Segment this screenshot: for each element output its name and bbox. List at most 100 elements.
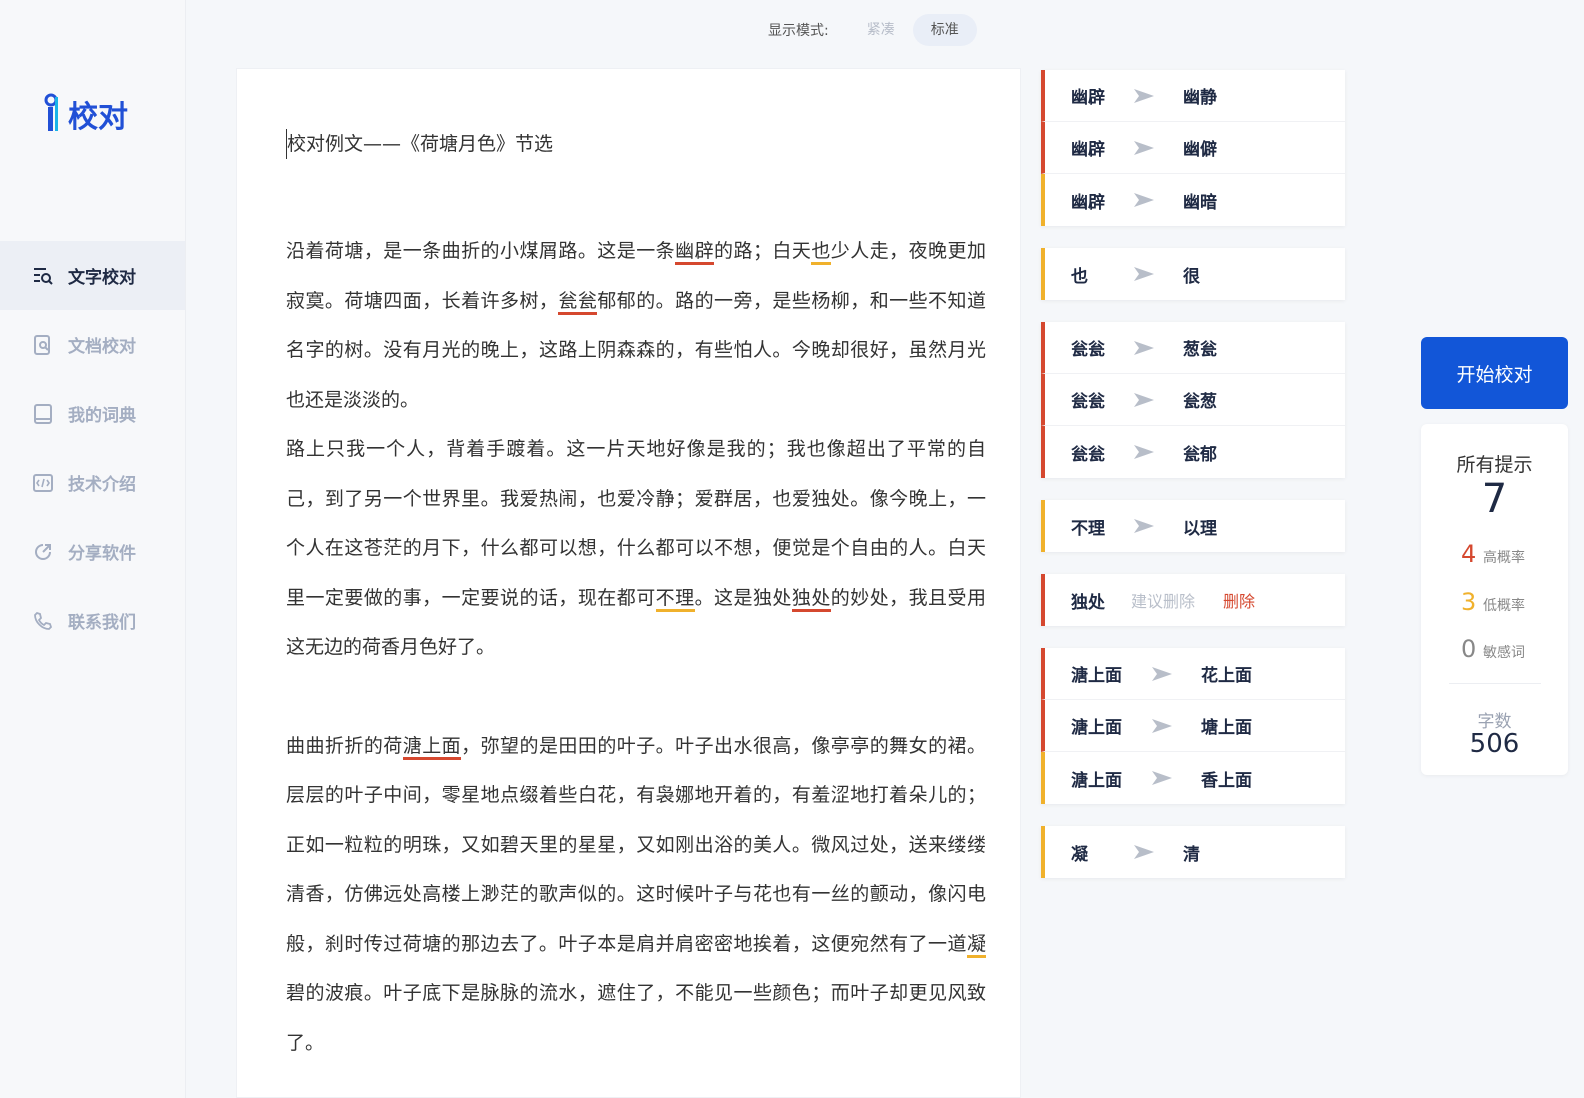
- document-content: 校对例文——《荷塘月色》节选 沿着荷塘，是一条曲折的小煤屑路。这是一条幽辟的路；…: [286, 129, 986, 1068]
- error-highlight[interactable]: 不理: [655, 586, 695, 612]
- original-word: 凝: [1071, 844, 1088, 865]
- original-word: 溏上面: [1071, 770, 1122, 791]
- suggestion-row[interactable]: 不理 以理: [1041, 500, 1345, 552]
- word-count: 506: [1469, 729, 1520, 759]
- suggested-word[interactable]: 瓮葱: [1183, 387, 1217, 412]
- suggestion-list: 幽辟 幽静 幽辟 幽僻 幽辟 幽暗也很瓮瓮 葱瓮 瓮瓮 瓮葱 瓮瓮 瓮郁 不理 以理 独处 建议删除 删除 溏上…: [1041, 70, 1345, 900]
- nav-item-text-check[interactable]: 文字校对: [0, 241, 185, 310]
- suggested-word[interactable]: 幽僻: [1183, 135, 1217, 160]
- stat-low-count: 3: [1461, 588, 1477, 616]
- nav-item-contact[interactable]: 联系我们: [0, 586, 185, 655]
- suggested-word[interactable]: 葱瓮: [1183, 335, 1217, 360]
- text-check-icon: [32, 265, 54, 287]
- suggestion-row[interactable]: 也很: [1041, 248, 1345, 300]
- error-highlight[interactable]: 溏上面: [402, 734, 462, 760]
- delete-button[interactable]: 删除: [1223, 588, 1255, 612]
- suggestion-hint: 建议删除: [1131, 592, 1196, 611]
- share-icon: [32, 541, 54, 563]
- logo-text: 校对: [68, 100, 128, 135]
- paragraph: 路上只我一个人，背着手踱着。这一片天地好像是我的；我也像超出了平常的自己，到了另…: [286, 425, 986, 673]
- original-word: 瓮瓮: [1071, 392, 1105, 412]
- arrow-right-icon: [1133, 518, 1183, 534]
- error-highlight[interactable]: 瓮瓮: [558, 289, 598, 315]
- original-word: 幽辟: [1071, 192, 1105, 213]
- text-run: 碧的波痕。叶子底下是脉脉的流水，遮住了，不能见一些颜色；而叶子却更见风致了。: [286, 982, 986, 1054]
- logo[interactable]: 校对: [42, 92, 128, 136]
- suggested-word[interactable]: 花上面: [1201, 661, 1252, 686]
- suggested-word[interactable]: 幽静: [1183, 83, 1217, 108]
- display-mode-label: 显示模式:: [768, 23, 829, 39]
- error-highlight[interactable]: 独处: [791, 586, 831, 612]
- mode-compact-button[interactable]: 紧凑: [849, 14, 913, 46]
- suggestion-row[interactable]: 幽辟 幽僻: [1041, 122, 1345, 174]
- dictionary-icon: [32, 403, 54, 425]
- suggestion-row[interactable]: 溏上面 花上面: [1041, 648, 1345, 700]
- start-proofread-button[interactable]: 开始校对: [1421, 337, 1568, 409]
- text-run: 。这是独处: [694, 586, 792, 609]
- nav-item-dictionary[interactable]: 我的词典: [0, 379, 185, 448]
- suggested-word[interactable]: 清: [1183, 840, 1200, 865]
- nav-item-share[interactable]: 分享软件: [0, 517, 185, 586]
- stat-low-label: 低概率: [1483, 598, 1525, 614]
- arrow-right-icon: [1133, 140, 1183, 156]
- text-run: 沿着荷塘，是一条曲折的小煤屑路。这是一条: [286, 240, 676, 262]
- suggested-word[interactable]: 香上面: [1201, 766, 1252, 791]
- stat-sensitive: 0 敏感词: [1461, 635, 1525, 663]
- original-word: 幽辟: [1071, 88, 1105, 108]
- suggested-word[interactable]: 很: [1183, 262, 1200, 287]
- error-highlight[interactable]: 凝: [966, 932, 986, 958]
- text-editor[interactable]: 校对例文——《荷塘月色》节选 沿着荷塘，是一条曲折的小煤屑路。这是一条幽辟的路；…: [236, 68, 1021, 1098]
- suggestion-row[interactable]: 溏上面 塘上面: [1041, 700, 1345, 752]
- nav-label: 分享软件: [68, 544, 136, 564]
- stats-divider: [1449, 683, 1541, 684]
- suggested-word[interactable]: 以理: [1183, 514, 1217, 539]
- paragraph: 曲曲折折的荷溏上面，弥望的是田田的叶子。叶子出水很高，像亭亭的舞女的裙。层层的叶…: [286, 722, 986, 1069]
- stat-low: 3 低概率: [1461, 588, 1525, 616]
- nav-label: 文档校对: [68, 337, 136, 357]
- original-word: 瓮瓮: [1071, 340, 1105, 360]
- sidebar-nav: 文字校对 文档校对 我的词典 技术介绍 分享软件 联系我们: [0, 241, 185, 655]
- suggestion-group: 瓮瓮 葱瓮 瓮瓮 瓮葱 瓮瓮 瓮郁: [1041, 322, 1345, 478]
- display-mode-bar: 显示模式: 紧凑 标准: [768, 14, 977, 46]
- suggestion-row[interactable]: 瓮瓮 瓮郁: [1041, 426, 1345, 478]
- nav-label: 文字校对: [68, 268, 136, 288]
- arrow-right-icon: [1151, 770, 1201, 786]
- suggestion-row[interactable]: 溏上面 香上面: [1041, 752, 1345, 804]
- nav-label: 联系我们: [68, 613, 136, 633]
- nav-item-tech[interactable]: 技术介绍: [0, 448, 185, 517]
- stats-title: 所有提示: [1456, 454, 1533, 476]
- suggested-word[interactable]: 塘上面: [1201, 713, 1252, 738]
- stats-total: 7: [1481, 476, 1508, 522]
- arrow-right-icon: [1133, 444, 1183, 460]
- suggestion-row[interactable]: 幽辟 幽静: [1041, 70, 1345, 122]
- stats-panel: 所有提示 7 4 高概率 3 低概率 0 敏感词 字数 506: [1421, 424, 1568, 775]
- stat-sensitive-label: 敏感词: [1483, 645, 1525, 661]
- arrow-right-icon: [1133, 340, 1183, 356]
- suggestion-group: 幽辟 幽静 幽辟 幽僻 幽辟 幽暗: [1041, 70, 1345, 226]
- original-word: 独处: [1071, 592, 1105, 613]
- nav-label: 我的词典: [68, 406, 136, 426]
- nav-item-document-check[interactable]: 文档校对: [0, 310, 185, 379]
- suggestion-row[interactable]: 凝清: [1041, 826, 1345, 878]
- suggested-word[interactable]: 瓮郁: [1183, 440, 1217, 465]
- suggested-word[interactable]: 幽暗: [1183, 188, 1217, 213]
- error-highlight[interactable]: 也: [811, 240, 831, 265]
- suggestion-row[interactable]: 瓮瓮 瓮葱: [1041, 374, 1345, 426]
- original-word: 瓮瓮: [1071, 444, 1105, 465]
- mode-standard-button[interactable]: 标准: [912, 14, 977, 46]
- tech-icon: [32, 472, 54, 494]
- arrow-right-icon: [1133, 844, 1183, 860]
- suggestion-row[interactable]: 独处 建议删除 删除: [1041, 574, 1345, 626]
- suggestion-group: 也很: [1041, 248, 1345, 300]
- error-highlight[interactable]: 幽辟: [675, 240, 715, 265]
- nav-label: 技术介绍: [68, 475, 136, 495]
- text-run: 的路；白天: [714, 240, 812, 262]
- suggestion-row[interactable]: 瓮瓮 葱瓮: [1041, 322, 1345, 374]
- stat-high-count: 4: [1461, 540, 1477, 568]
- suggestion-group: 独处 建议删除 删除: [1041, 574, 1345, 626]
- original-word: 幽辟: [1071, 140, 1105, 160]
- paragraph: 沿着荷塘，是一条曲折的小煤屑路。这是一条幽辟的路；白天也少人走，夜晚更加寂寞。荷…: [286, 227, 986, 425]
- suggestion-group: 溏上面 花上面 溏上面 塘上面 溏上面 香上面: [1041, 648, 1345, 804]
- stat-sensitive-count: 0: [1461, 635, 1477, 663]
- suggestion-row[interactable]: 幽辟 幽暗: [1041, 174, 1345, 226]
